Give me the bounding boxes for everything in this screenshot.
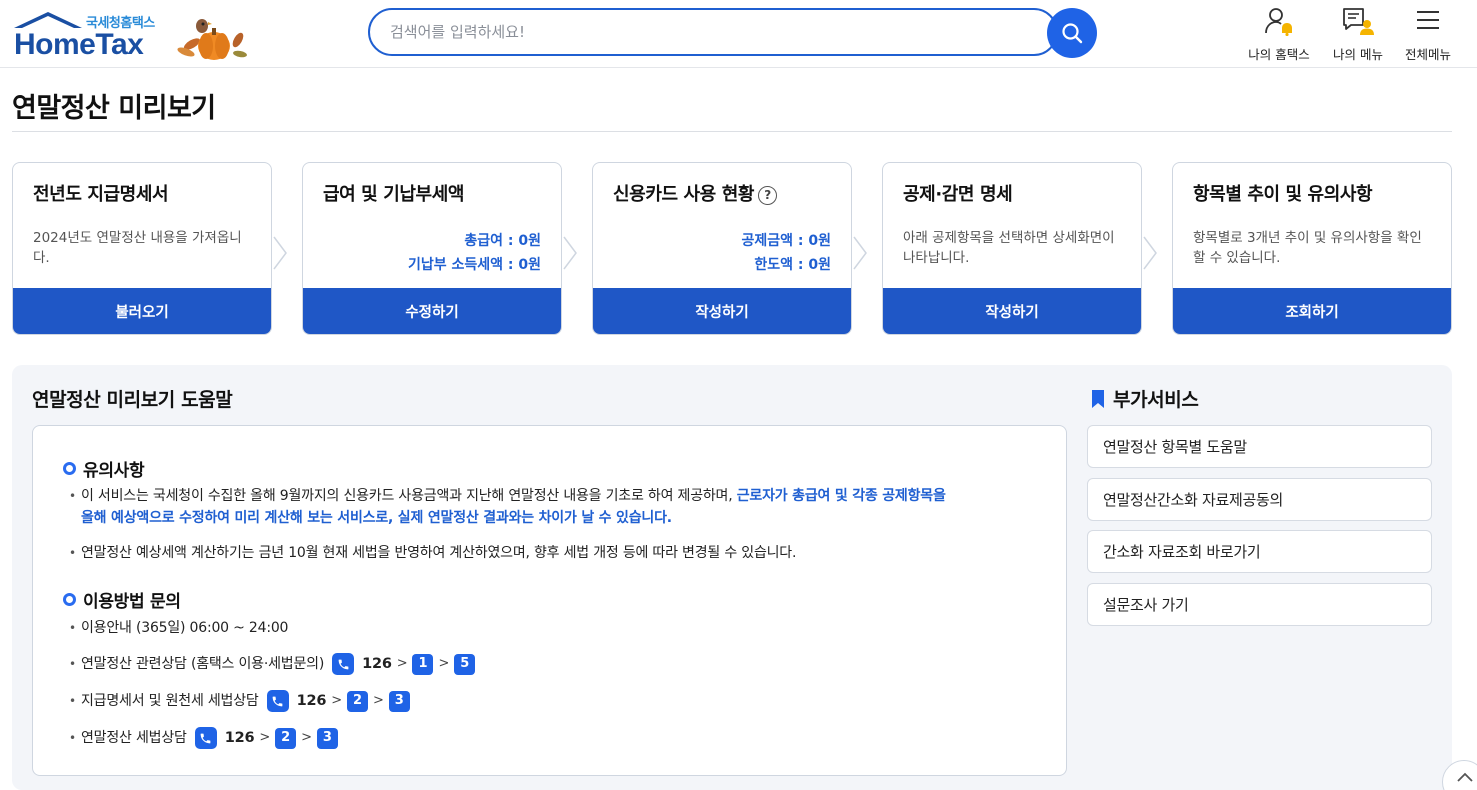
my-menu[interactable]: 나의 메뉴 [1318,6,1398,62]
arrow-separator: > [396,656,408,671]
step-card-deductions: 공제·감면 명세 아래 공제항목을 선택하면 상세화면이 나타납니다. 작성하기 [882,162,1142,335]
step-card-prev-statement: 전년도 지급명세서 2024년도 연말정산 내용을 가져옵니다. 불러오기 [12,162,272,335]
notice-1-text: 이 서비스는 국세청이 수집한 올해 9월까지의 신용카드 사용금액과 지난해 … [81,488,737,504]
contact-title: 이용방법 문의 [83,592,181,612]
step-card-desc: 항목별로 3개년 추이 및 유의사항을 확인할 수 있습니다. [1193,230,1422,266]
notice-1-highlight: 근로자가 총급여 및 각종 공제항목을 [736,488,946,504]
step-card-desc: 아래 공제항목을 선택하면 상세화면이 나타납니다. [903,230,1115,266]
contact-heading: 이용방법 문의 [63,587,181,612]
notice-item-1: 이 서비스는 국세청이 수집한 올해 9월까지의 신용카드 사용금액과 지난해 … [69,485,1041,529]
notice-heading: 유의사항 [63,456,145,481]
step-arrow-icon [1143,236,1157,270]
phone-icon [194,727,217,749]
step-arrow-icon [563,236,577,270]
menu-user-icon [1343,8,1374,35]
step-card-salary: 급여 및 기납부세액 총급여 : 0원 기납부 소득세액 : 0원 수정하기 [302,162,562,335]
step-card-title: 신용카드 사용 현황? [613,180,778,206]
help-question-icon[interactable]: ? [758,185,778,205]
key-number: 3 [316,727,338,749]
side-services-title: 부가서비스 [1090,385,1199,412]
side-item-help[interactable]: 연말정산 항목별 도움말 [1087,425,1432,468]
title-divider [12,131,1452,132]
step-card-title: 전년도 지급명세서 [33,184,169,205]
step-card-title: 공제·감면 명세 [903,184,1013,205]
circle-bullet-icon [63,462,76,475]
key-number: 2 [346,690,368,712]
step-card-values: 공제금액 : 0원 한도액 : 0원 [742,229,832,277]
phone-number: 126 [296,693,327,709]
all-menu[interactable]: 전체메뉴 [1388,6,1468,62]
key-number: 3 [388,690,410,712]
page-title: 연말정산 미리보기 [12,93,216,124]
step-card-desc: 2024년도 연말정산 내용을 가져옵니다. [33,230,242,266]
inquire-button[interactable]: 조회하기 [1173,288,1451,334]
limit-amount-value: 한도액 : 0원 [754,257,831,273]
key-number: 5 [454,653,476,675]
user-bell-icon [1265,8,1292,37]
arrow-separator: > [301,730,312,745]
deduction-amount-value: 공제금액 : 0원 [741,233,832,249]
step-card-trends: 항목별 추이 및 유의사항 항목별로 3개년 추이 및 유의사항을 확인할 수 … [1172,162,1452,335]
contact-label: 연말정산 세법상담 [81,730,187,746]
contact-item: 지급명세서 및 원천세 세법상담 126 > 2 > 3 [69,690,410,712]
autumn-pumpkin-icon [177,19,247,60]
my-hometax-menu[interactable]: 나의 홈택스 [1239,6,1319,62]
search-icon [1062,23,1083,44]
phone-number: 126 [224,730,255,746]
arrow-separator: > [438,656,450,671]
search-button[interactable] [1047,8,1097,58]
side-item-survey[interactable]: 설문조사 가기 [1087,583,1432,626]
my-menu-label: 나의 메뉴 [1333,47,1383,62]
hamburger-icon [1417,11,1439,29]
edit-button[interactable]: 수정하기 [303,288,561,334]
phone-number: 126 [362,656,392,672]
notice-item-2: 연말정산 예상세액 계산하기는 금년 10월 현재 세법을 반영하여 계산하였으… [69,542,1041,564]
step-card-title-text: 신용카드 사용 현황 [613,184,755,205]
phone-icon [332,653,355,675]
help-box: 유의사항 이 서비스는 국세청이 수집한 올해 9월까지의 신용카드 사용금액과… [32,425,1067,776]
scroll-top-button[interactable] [1442,760,1477,790]
help-title: 연말정산 미리보기 도움말 [32,389,233,411]
bookmark-icon [1092,389,1104,408]
key-number: 2 [275,727,297,749]
step-arrow-icon [273,236,287,270]
load-button[interactable]: 불러오기 [13,288,271,334]
step-card-credit-card: 신용카드 사용 현황? 공제금액 : 0원 한도액 : 0원 작성하기 [592,162,852,335]
step-card-title: 항목별 추이 및 유의사항 [1193,184,1373,205]
step-arrow-icon [853,236,867,270]
hometax-logo[interactable]: 국세청홈택스 HomeTax [12,8,252,62]
circle-bullet-icon [63,593,76,606]
help-section: 연말정산 미리보기 도움말 유의사항 이 서비스는 국세청이 수집한 올해 9월… [12,365,1452,790]
key-number: 1 [412,653,434,675]
search-input[interactable] [390,20,1030,44]
contact-item: 연말정산 세법상담 126 > 2 > 3 [69,727,338,749]
top-header: 국세청홈택스 HomeTax 나의 [0,0,1477,68]
contact-item: 연말정산 관련상담 (홈택스 이용·세법문의) 126 > 1 > 5 [69,653,476,675]
contact-label: 연말정산 관련상담 (홈택스 이용·세법문의) [81,656,325,672]
search-box [368,8,1058,56]
side-title-text: 부가서비스 [1113,389,1199,411]
step-card-values: 총급여 : 0원 기납부 소득세액 : 0원 [408,229,541,277]
step-card-title: 급여 및 기납부세액 [323,184,465,205]
write-button[interactable]: 작성하기 [883,288,1141,334]
arrow-separator: > [259,730,271,745]
contact-hours: 이용안내 (365일) 06:00 ~ 24:00 [69,617,288,639]
prepaid-tax-value: 기납부 소득세액 : 0원 [407,257,541,273]
total-salary-value: 총급여 : 0원 [464,233,541,249]
all-menu-label: 전체메뉴 [1404,47,1451,62]
side-item-simplified-lookup[interactable]: 간소화 자료조회 바로가기 [1087,530,1432,573]
side-item-consent[interactable]: 연말정산간소화 자료제공동의 [1087,478,1432,521]
my-hometax-label: 나의 홈택스 [1248,47,1310,62]
logo-text: HomeTax [14,28,144,61]
arrow-separator: > [372,693,384,708]
notice-1-highlight-cont: 올해 예상액으로 수정하여 미리 계산해 보는 서비스로, 실제 연말정산 결과… [81,510,672,526]
write-button[interactable]: 작성하기 [593,288,851,334]
phone-icon [266,690,289,712]
chevron-up-icon [1457,772,1473,782]
contact-label: 지급명세서 및 원천세 세법상담 [81,693,259,709]
notice-title: 유의사항 [83,461,145,481]
arrow-separator: > [331,693,342,708]
